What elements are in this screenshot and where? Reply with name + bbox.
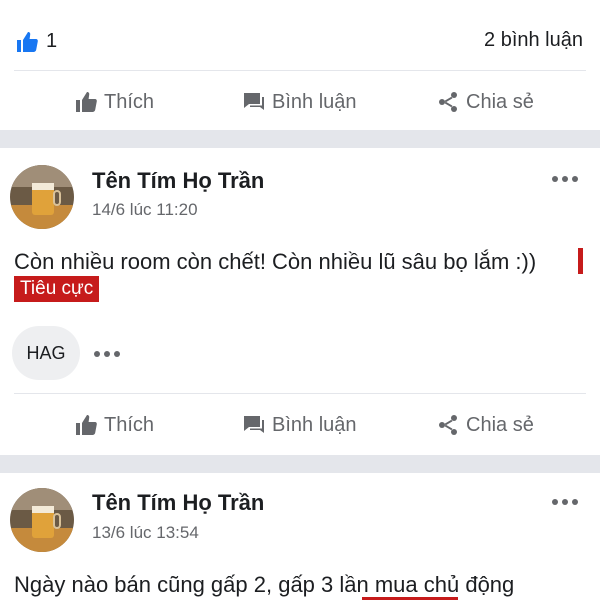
- more-icon: [552, 176, 558, 182]
- share-button[interactable]: Chia sẻ: [436, 397, 534, 453]
- share-button-label: Chia sẻ: [466, 413, 534, 436]
- share-icon: [439, 415, 457, 435]
- comment-count-link[interactable]: 2 bình luận: [484, 29, 583, 52]
- post-timestamp[interactable]: 13/6 lúc 13:54: [92, 523, 199, 543]
- comment-icon: [244, 93, 264, 110]
- post-card: Tên Tím Họ Trần 13/6 lúc 13:54 Ngày nào …: [0, 473, 600, 600]
- post-author[interactable]: Tên Tím Họ Trần: [92, 490, 264, 516]
- divider: [14, 393, 586, 394]
- share-button[interactable]: Chia sẻ: [436, 74, 534, 130]
- post-separator: [0, 455, 600, 473]
- avatar[interactable]: [10, 488, 74, 552]
- post-text: Ngày nào bán cũng gấp 2, gấp 3 lần mua c…: [14, 572, 515, 597]
- divider: [14, 70, 586, 71]
- like-button[interactable]: Thích: [74, 74, 154, 130]
- like-button-label: Thích: [104, 90, 155, 113]
- avatar[interactable]: [10, 165, 74, 229]
- comment-button[interactable]: Bình luận: [242, 74, 357, 130]
- like-reaction-icon: [17, 32, 38, 52]
- comment-button[interactable]: Bình luận: [242, 397, 357, 453]
- like-button-label: Thích: [104, 413, 155, 436]
- comment-icon: [244, 416, 264, 433]
- more-icon: [94, 351, 100, 357]
- like-button[interactable]: Thích: [74, 397, 154, 453]
- more-options-button[interactable]: [552, 499, 578, 505]
- sentiment-label: Tiêu cực: [14, 276, 100, 302]
- comment-button-label: Bình luận: [272, 90, 357, 113]
- more-icon: [552, 499, 558, 505]
- post-text: Còn nhiều room còn chết! Còn nhiều lũ sâ…: [14, 249, 537, 274]
- share-icon: [439, 92, 457, 112]
- post-separator: [0, 130, 600, 148]
- share-button-label: Chia sẻ: [466, 90, 534, 113]
- reactions-summary: 1 2 bình luận: [0, 0, 600, 70]
- more-options-button[interactable]: [552, 176, 578, 182]
- like-count[interactable]: 1: [46, 30, 57, 53]
- post-action-bar: Thích Bình luận Chia sẻ: [0, 397, 600, 453]
- post-action-bar: Thích Bình luận Chia sẻ: [0, 74, 600, 130]
- sentiment-marker: [578, 248, 583, 274]
- post-card: Tên Tím Họ Trần 14/6 lúc 11:20 Còn nhiều…: [0, 148, 600, 444]
- post-timestamp[interactable]: 14/6 lúc 11:20: [92, 200, 198, 220]
- tag-chip-hag[interactable]: HAG: [12, 326, 80, 380]
- thumbs-up-icon: [76, 92, 97, 112]
- comment-button-label: Bình luận: [272, 413, 357, 436]
- post-author[interactable]: Tên Tím Họ Trần: [92, 168, 264, 194]
- thumbs-up-icon: [76, 415, 97, 435]
- tag-more-button[interactable]: [94, 351, 120, 357]
